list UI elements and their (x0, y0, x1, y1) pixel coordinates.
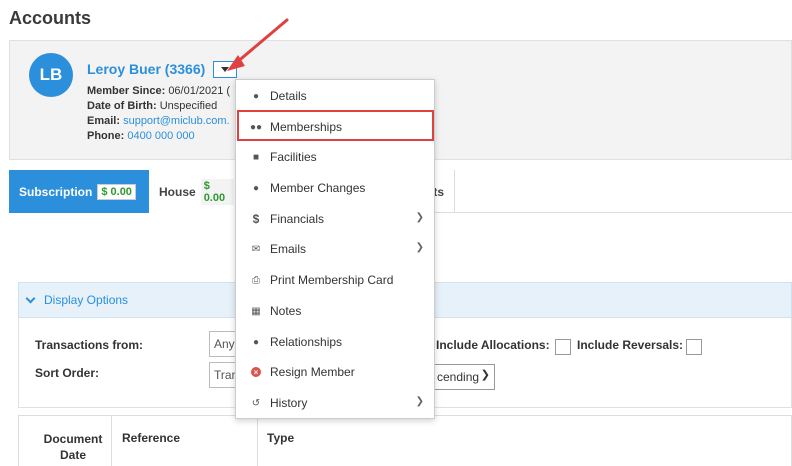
member-name[interactable]: Leroy Buer (3366) (87, 61, 205, 77)
chevron-right-icon: ❯ (415, 396, 424, 407)
display-options-label: Display Options (44, 293, 129, 307)
tab-subscription-amount: $ 0.00 (97, 183, 136, 200)
member-since-value: 06/01/2021 ( (168, 85, 231, 97)
person-icon: ● (252, 182, 260, 194)
member-since-label: Member Since: (87, 85, 166, 97)
chevron-down-icon (25, 293, 36, 303)
include-allocations-checkbox[interactable] (555, 339, 571, 355)
phone-link[interactable]: 0400 000 000 (127, 130, 194, 142)
phone-label: Phone: (87, 130, 125, 142)
col-type[interactable]: Type (267, 431, 294, 445)
chevron-right-icon: ❯ (415, 212, 424, 223)
transactions-table-header: Document Date Reference Type (18, 415, 792, 466)
include-reversals-checkbox[interactable] (686, 339, 702, 355)
phone-row: Phone: 0400 000 000 (87, 130, 195, 142)
menu-item-facilities[interactable]: ■ Facilities (236, 142, 434, 172)
chevron-down-icon: ❯ (480, 369, 490, 381)
menu-item-label: Member Changes (270, 181, 366, 195)
menu-item-label: Resign Member (270, 365, 355, 379)
menu-item-details[interactable]: ● Details (236, 81, 434, 111)
menu-item-history[interactable]: ↺ History ❯ (236, 388, 434, 418)
menu-item-label: History (270, 396, 308, 410)
dollar-icon: $ (252, 212, 260, 226)
tab-house-amount: $ 0.00 (200, 178, 234, 205)
column-divider (111, 416, 112, 466)
dob-value: Unspecified (159, 100, 218, 112)
menu-item-label: Notes (270, 304, 302, 318)
member-actions-menu: ● Details ●● Memberships ■ Facilities ● … (235, 79, 435, 419)
tab-house[interactable]: House $ 0.00 (149, 170, 245, 213)
menu-item-label: Details (270, 89, 307, 103)
page-title: Accounts (9, 8, 92, 28)
person-icon: ● (252, 336, 260, 348)
col-document-date[interactable]: Document Date (41, 431, 105, 463)
close-circle-icon: × (250, 367, 262, 377)
menu-item-resign-member[interactable]: × Resign Member (236, 357, 434, 387)
group-icon: ●● (249, 121, 263, 133)
menu-item-label: Print Membership Card (270, 273, 394, 287)
email-label: Email: (87, 115, 121, 127)
menu-item-label: Facilities (270, 150, 317, 164)
menu-item-label: Emails (270, 242, 307, 256)
chevron-right-icon: ❯ (415, 242, 424, 253)
menu-item-label: Relationships (270, 335, 343, 349)
person-icon: ● (252, 90, 260, 102)
include-allocations-label: Include Allocations: (436, 338, 550, 352)
tab-subscription-label: Subscription (19, 184, 93, 199)
dob-row: Date of Birth: Unspecified (87, 100, 217, 112)
menu-item-memberships[interactable]: ●● Memberships (236, 112, 434, 142)
member-actions-dropdown-toggle[interactable] (213, 61, 237, 78)
menu-item-member-changes[interactable]: ● Member Changes (236, 173, 434, 203)
email-link[interactable]: support@miclub.com. (123, 115, 230, 127)
tab-house-label: House (159, 184, 196, 199)
transactions-from-label: Transactions from: (35, 338, 144, 352)
column-divider (257, 416, 258, 466)
menu-item-emails[interactable]: ✉ Emails ❯ (236, 234, 434, 264)
caret-down-icon (221, 67, 229, 72)
sort-direction-select[interactable]: cending ❯ (432, 364, 495, 390)
notes-icon: ▦ (251, 305, 261, 317)
member-since-row: Member Since: 06/01/2021 ( (87, 85, 230, 97)
include-reversals-label: Include Reversals: (577, 338, 684, 352)
avatar: LB (29, 53, 73, 97)
menu-item-notes[interactable]: ▦ Notes (236, 296, 434, 326)
puzzle-icon: ■ (252, 151, 260, 163)
sort-direction-value: cending (437, 370, 480, 384)
menu-item-label: Memberships (270, 120, 343, 134)
col-document-date-line2: Date (59, 448, 86, 462)
menu-item-financials[interactable]: $ Financials ❯ (236, 204, 434, 234)
menu-item-label: Financials (270, 212, 325, 226)
tab-subscription[interactable]: Subscription $ 0.00 (9, 170, 149, 213)
envelope-icon: ✉ (251, 243, 261, 255)
print-icon: ⎙ (252, 274, 260, 286)
history-icon: ↺ (251, 397, 261, 409)
menu-item-relationships[interactable]: ● Relationships (236, 327, 434, 357)
col-reference[interactable]: Reference (122, 431, 180, 445)
sort-order-label: Sort Order: (35, 366, 100, 380)
dob-label: Date of Birth: (87, 100, 157, 112)
menu-item-print-membership-card[interactable]: ⎙ Print Membership Card (236, 265, 434, 295)
col-document-date-line1: Document (43, 432, 103, 446)
email-row: Email: support@miclub.com. (87, 115, 230, 127)
